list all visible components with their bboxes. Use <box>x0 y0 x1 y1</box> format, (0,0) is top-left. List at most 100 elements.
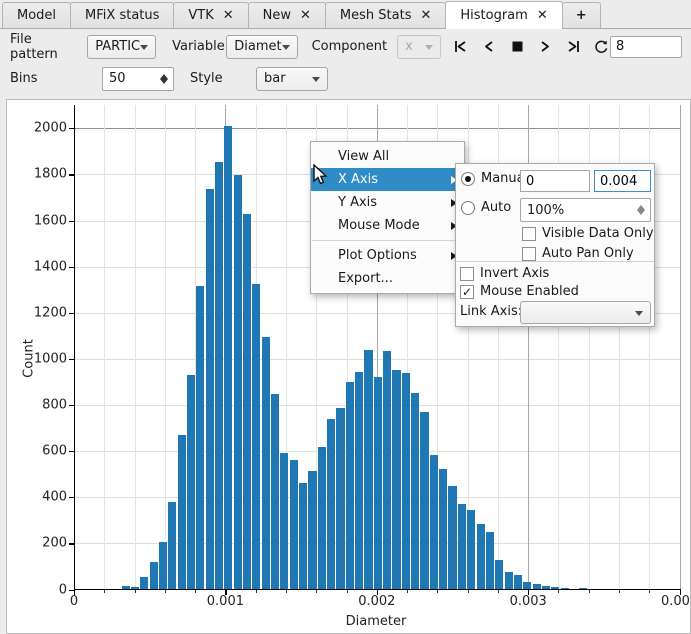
spin-up-icon[interactable] <box>160 70 168 79</box>
gridline-vertical-minor <box>135 105 136 590</box>
histogram-bar <box>364 350 372 590</box>
y-tick-label: 0 <box>59 582 67 597</box>
chevron-down-icon <box>282 45 290 54</box>
histogram-bar <box>374 377 382 590</box>
histogram-bar <box>243 214 251 589</box>
tab-label: VTK <box>188 8 213 23</box>
link-axis-combobox[interactable] <box>520 301 651 324</box>
tab-mfix-status[interactable]: MFiX status <box>70 2 174 28</box>
close-icon[interactable]: ✕ <box>300 9 311 22</box>
histogram-bar <box>299 483 307 590</box>
menu-item-export[interactable]: Export... <box>311 267 464 290</box>
histogram-bar <box>150 562 158 590</box>
histogram-bar <box>514 575 522 590</box>
x-minor-tick-mark <box>165 590 166 593</box>
histogram-bar <box>336 408 344 590</box>
y-tick-label: 2000 <box>34 121 67 136</box>
y-tick-label: 800 <box>42 398 67 413</box>
auto-percent-spinbox[interactable]: 100% <box>520 198 651 222</box>
chevron-down-icon <box>312 77 320 86</box>
tab-new[interactable]: New ✕ <box>248 2 326 28</box>
auto-radio[interactable] <box>461 201 475 215</box>
checkbox-label: Visible Data Only <box>542 226 654 241</box>
axis-max-input[interactable] <box>594 170 651 192</box>
histogram-bar <box>383 351 391 590</box>
variable-combobox[interactable]: Diamet <box>226 35 297 59</box>
x-minor-tick-mark <box>619 590 620 593</box>
spin-buttons[interactable] <box>157 70 170 88</box>
link-axis-label: Link Axis: <box>460 304 522 319</box>
x-tick-label: 0.004 <box>661 594 691 609</box>
x-minor-tick-mark <box>589 590 590 593</box>
x-minor-tick-mark <box>558 590 559 593</box>
histogram-bar <box>505 572 513 589</box>
x-minor-tick-mark <box>135 590 136 593</box>
component-combobox: x <box>397 35 441 59</box>
checkbox[interactable] <box>460 267 474 281</box>
menu-item-y-axis[interactable]: Y Axis <box>311 191 464 214</box>
bins-value: 50 <box>109 71 126 86</box>
gridline-vertical-minor <box>165 105 166 590</box>
y-tick-label: 1000 <box>34 351 67 366</box>
tab-mesh-stats[interactable]: Mesh Stats ✕ <box>325 2 446 28</box>
tab-vtk[interactable]: VTK ✕ <box>173 2 248 28</box>
axis-min-input[interactable] <box>520 170 590 192</box>
skip-backward-button[interactable] <box>453 38 470 55</box>
tab-model[interactable]: Model <box>2 2 71 28</box>
stop-button[interactable] <box>509 38 526 55</box>
histogram-bar <box>187 375 195 589</box>
bins-spinbox[interactable]: 50 <box>102 67 174 91</box>
x-tick-label: 0.001 <box>207 594 244 609</box>
x-axis-submenu: Manual Auto 100% Visible Data OnlyAuto P… <box>455 163 655 327</box>
auto-label: Auto <box>481 200 511 215</box>
histogram-bar <box>346 382 354 590</box>
menu-item-x-axis[interactable]: X Axis <box>311 168 464 191</box>
menu-item-mouse-mode[interactable]: Mouse Mode <box>311 214 464 237</box>
tab-histogram[interactable]: Histogram✕ <box>445 1 562 29</box>
new-tab-button[interactable]: + <box>562 2 601 28</box>
close-icon[interactable]: ✕ <box>223 9 234 22</box>
spin-up-icon[interactable] <box>637 201 645 210</box>
x-minor-tick-mark <box>468 590 469 593</box>
spin-down-icon[interactable] <box>637 210 645 219</box>
menu-item-label: X Axis <box>338 172 378 187</box>
menu-item-view-all[interactable]: View All <box>311 145 464 168</box>
checkbox[interactable] <box>522 227 536 241</box>
checkbox[interactable]: ✓ <box>460 285 474 299</box>
histogram-bar <box>411 393 419 589</box>
tab-label: New <box>263 8 291 23</box>
skip-forward-button[interactable] <box>565 38 582 55</box>
group-divider <box>456 261 654 262</box>
file-pattern-label: File pattern <box>10 32 77 62</box>
variable-label: Variable <box>172 39 226 54</box>
spin-down-icon[interactable] <box>160 79 168 88</box>
histogram-bar <box>215 162 223 590</box>
histogram-bar <box>262 337 270 589</box>
tab-bar: ModelMFiX statusVTK✕New✕Mesh Stats✕Histo… <box>0 0 691 29</box>
chevron-down-icon <box>425 45 433 54</box>
frame-index-input[interactable] <box>610 36 682 58</box>
close-icon[interactable]: ✕ <box>537 9 548 22</box>
y-tick-label: 1400 <box>34 259 67 274</box>
style-combobox[interactable]: bar <box>256 67 328 91</box>
menu-item-label: Y Axis <box>338 195 377 210</box>
step-backward-button[interactable] <box>481 38 498 55</box>
y-tick-label: 1800 <box>34 167 67 182</box>
file-pattern-combobox[interactable]: PARTIC <box>87 35 156 59</box>
histogram-bar <box>280 453 288 589</box>
manual-radio[interactable] <box>461 172 475 186</box>
step-forward-button[interactable] <box>537 38 554 55</box>
y-tick-label: 400 <box>42 490 67 505</box>
menu-item-plot-options[interactable]: Plot Options <box>311 244 464 267</box>
tab-label: Mesh Stats <box>340 8 412 23</box>
refresh-button[interactable] <box>593 38 610 55</box>
checkbox-label: Mouse Enabled <box>480 284 579 299</box>
x-minor-tick-mark <box>256 590 257 593</box>
gridline-vertical-major <box>680 105 681 590</box>
playback-controls <box>453 38 610 55</box>
close-icon[interactable]: ✕ <box>420 9 431 22</box>
y-tick-label: 600 <box>42 444 67 459</box>
menu-separator <box>312 240 463 241</box>
component-label: Component <box>312 39 387 54</box>
checkbox[interactable] <box>522 247 536 261</box>
